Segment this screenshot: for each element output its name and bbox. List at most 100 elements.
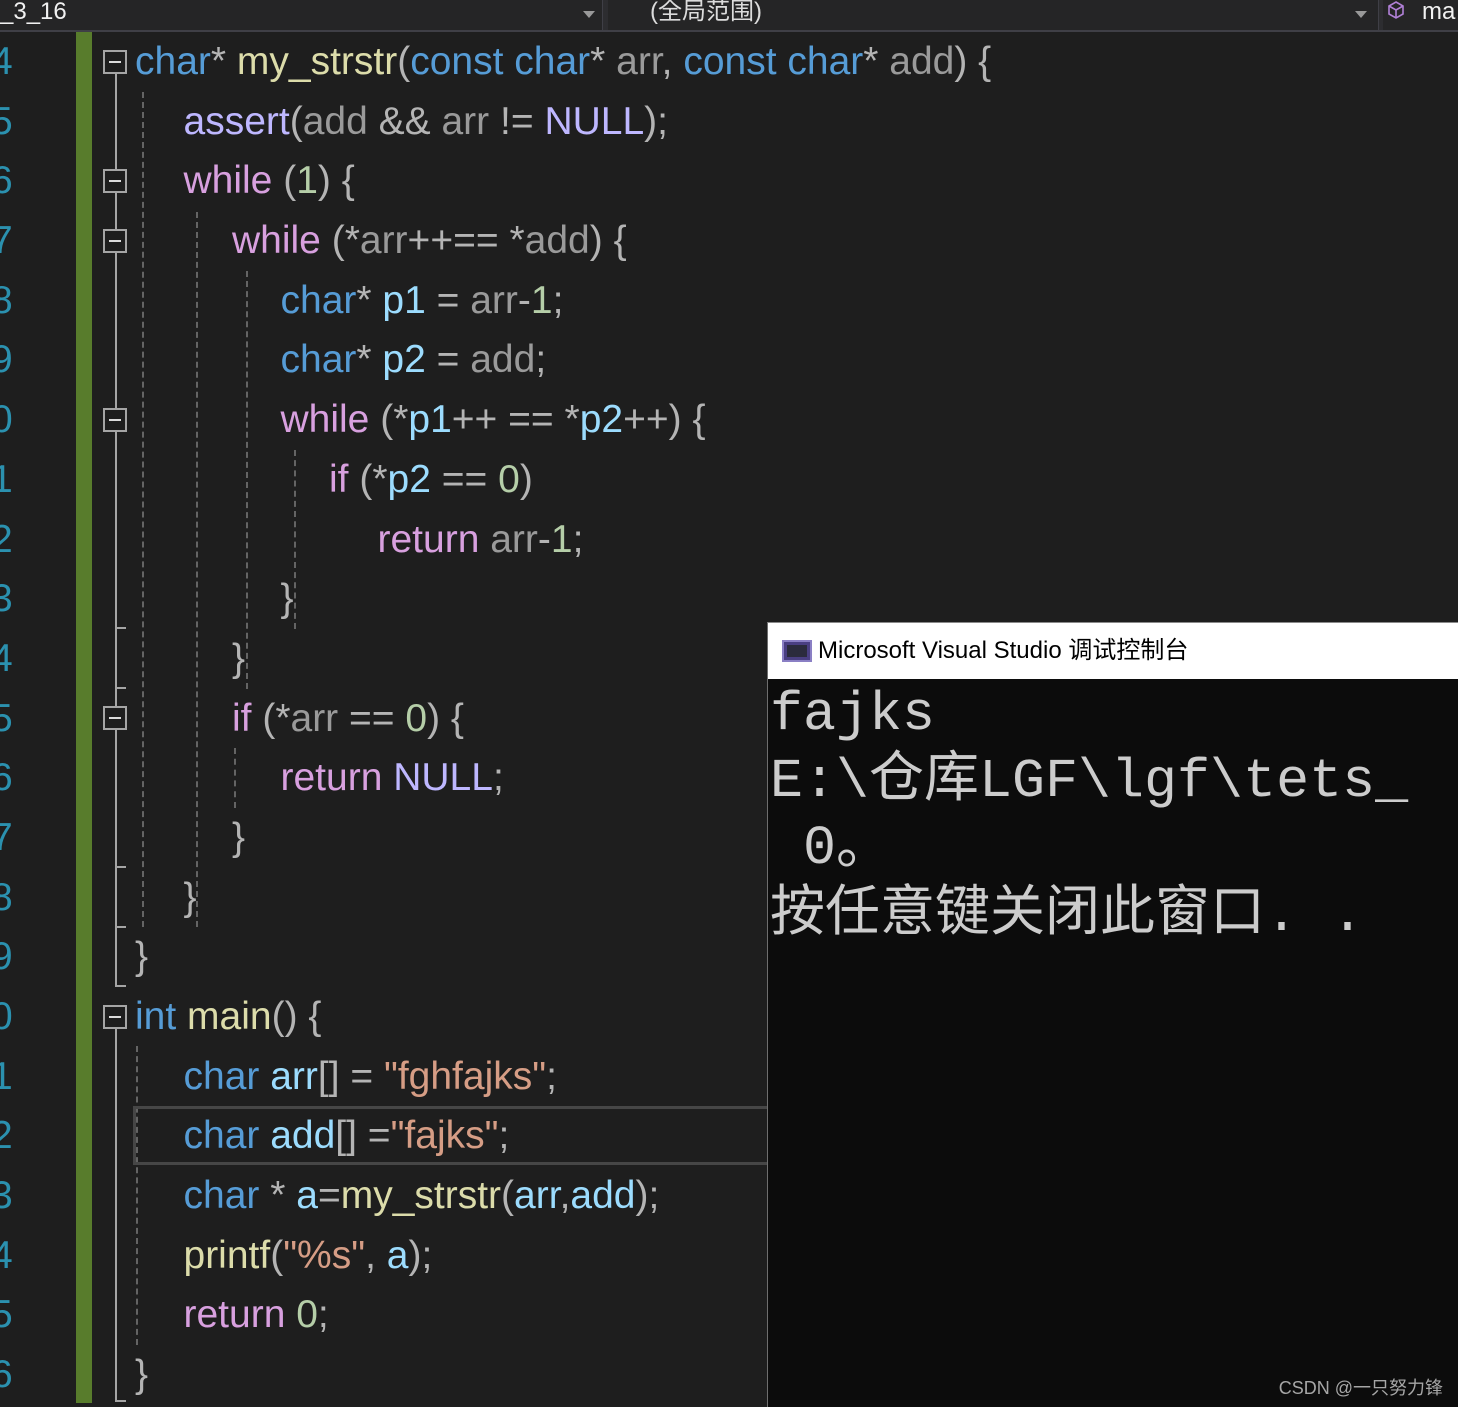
collapse-toggle[interactable] xyxy=(103,229,127,253)
line-number-gutter[interactable]: 4 5 6 7 8 9 0 1 2 3 4 5 6 7 8 9 0 1 2 3 4 5 6 xyxy=(0,32,14,1406)
line-number: 0 xyxy=(0,995,13,1038)
token-parameter: arr xyxy=(290,696,339,740)
token-punctuation: ; xyxy=(492,756,504,800)
token-punctuation: , xyxy=(559,1174,571,1218)
token-punctuation: ); xyxy=(408,1233,433,1277)
token-number: 0 xyxy=(296,1293,318,1337)
token-control-keyword: if xyxy=(232,696,252,740)
code-line[interactable]: } xyxy=(135,569,1458,629)
token-punctuation: (* xyxy=(369,398,409,442)
token-number: 1 xyxy=(530,278,553,322)
outline-end-tick xyxy=(115,687,126,689)
debug-console-window[interactable]: Microsoft Visual Studio 调试控制台 fajks E:\仓库… xyxy=(767,622,1458,1407)
token-punctuation: * xyxy=(259,1174,297,1218)
code-line[interactable]: if (*p2 == 0) xyxy=(135,450,1458,510)
token-function: my_strstr xyxy=(236,40,398,83)
line-number: 9 xyxy=(0,338,13,382)
token-punctuation: } xyxy=(135,1353,149,1397)
line-number: 5 xyxy=(0,696,13,740)
token-local-variable: p2 xyxy=(387,457,431,501)
line-number: 2 xyxy=(0,1114,13,1158)
console-title-bar[interactable]: Microsoft Visual Studio 调试控制台 xyxy=(768,623,1458,679)
token-string: "fghfajks" xyxy=(384,1054,547,1098)
outline-line xyxy=(115,74,117,987)
token-punctuation: , xyxy=(365,1233,387,1277)
token-macro: NULL xyxy=(393,756,493,800)
outline-end-tick xyxy=(115,866,126,868)
line-number: 4 xyxy=(0,1233,13,1277)
collapse-toggle[interactable] xyxy=(103,706,127,730)
line-number: 3 xyxy=(0,1174,13,1218)
change-indicator-bar xyxy=(76,32,92,1403)
token-punctuation: ) { xyxy=(954,40,992,83)
token-punctuation: (* xyxy=(320,219,360,263)
token-punctuation: == xyxy=(338,696,406,740)
token-keyword: const char xyxy=(410,40,591,83)
token-parameter: arr xyxy=(490,517,538,561)
token-punctuation: ++ == * xyxy=(451,398,580,442)
file-dropdown[interactable]: _3_16 xyxy=(0,0,603,30)
token-parameter: arr xyxy=(470,278,518,322)
console-line: 0。 xyxy=(770,817,892,880)
watermark: CSDN @一只努力锋 xyxy=(1278,1378,1443,1398)
token-punctuation: ) { xyxy=(317,159,355,203)
code-line[interactable]: char* p2 = add; xyxy=(135,330,1458,390)
token-punctuation: ; xyxy=(535,338,547,382)
scope-dropdown[interactable]: (全局范围) xyxy=(608,0,1379,30)
code-line[interactable]: assert(add && arr != NULL); xyxy=(135,92,1458,152)
token-function: printf xyxy=(183,1233,271,1277)
token-punctuation: ++) { xyxy=(623,398,706,442)
cube-icon-edge xyxy=(1388,5,1404,11)
collapse-toggle[interactable] xyxy=(103,1005,127,1029)
code-line[interactable]: while (1) { xyxy=(135,151,1458,211)
token-control-keyword: while xyxy=(232,219,321,263)
navigation-bar: _3_16 (全局范围) ma xyxy=(0,0,1458,32)
token-number: 0 xyxy=(498,457,520,501)
token-punctuation: ( xyxy=(270,1233,284,1277)
token-string: "fajks" xyxy=(390,1114,499,1158)
token-punctuation: () { xyxy=(271,995,322,1038)
code-line[interactable]: char* my_strstr(const char* arr, const c… xyxy=(135,32,1458,92)
token-function: main xyxy=(187,995,272,1038)
chevron-down-icon[interactable] xyxy=(1355,11,1367,18)
token-local-variable: a xyxy=(296,1174,318,1218)
console-title: Microsoft Visual Studio 调试控制台 xyxy=(818,637,1189,664)
collapse-toggle[interactable] xyxy=(103,408,127,432)
chevron-down-icon[interactable] xyxy=(583,11,595,18)
code-line[interactable]: while (*arr++== *add) { xyxy=(135,211,1458,271)
line-number: 6 xyxy=(0,756,13,800)
token-punctuation: ; xyxy=(498,1114,510,1158)
token-punctuation: && xyxy=(367,99,442,143)
token-control-keyword: return xyxy=(377,517,491,561)
token-punctuation: = xyxy=(425,278,471,322)
code-line[interactable]: while (*p1++ == *p2++) { xyxy=(135,390,1458,450)
collapse-toggle[interactable] xyxy=(103,169,127,193)
token-punctuation: } xyxy=(280,577,294,621)
token-local-variable: add xyxy=(270,1114,336,1158)
token-punctuation: (* xyxy=(348,457,388,501)
token-punctuation: = xyxy=(317,1174,341,1218)
token-punctuation: - xyxy=(517,278,531,322)
line-number: 5 xyxy=(0,1293,13,1337)
collapse-toggle[interactable] xyxy=(103,50,127,74)
code-line[interactable]: char* p1 = arr-1; xyxy=(135,271,1458,331)
token-punctuation: != xyxy=(489,99,545,143)
line-number: 6 xyxy=(0,1353,13,1397)
token-local-variable: arr xyxy=(514,1174,560,1218)
token-punctuation: , xyxy=(661,40,684,83)
token-keyword: char xyxy=(183,1114,271,1158)
token-punctuation: = xyxy=(425,338,471,382)
chevron-down-icon-shape xyxy=(583,11,595,18)
token-keyword: char xyxy=(183,1174,260,1218)
code-line[interactable]: return arr-1; xyxy=(135,510,1458,570)
console-output[interactable]: fajks E:\仓库LGF\lgf\tets_ 0。 按任意键关闭此窗口. . xyxy=(768,679,1458,1407)
token-punctuation: } xyxy=(232,815,246,859)
token-local-variable: add xyxy=(570,1174,636,1218)
line-number: 6 xyxy=(0,159,13,203)
line-number: 1 xyxy=(0,457,13,501)
chevron-down-icon-shape xyxy=(1355,11,1367,18)
member-dropdown[interactable]: ma xyxy=(1383,0,1458,30)
token-local-variable: p1 xyxy=(382,278,426,322)
minus-icon xyxy=(109,180,121,182)
token-local-variable: arr xyxy=(270,1054,318,1098)
